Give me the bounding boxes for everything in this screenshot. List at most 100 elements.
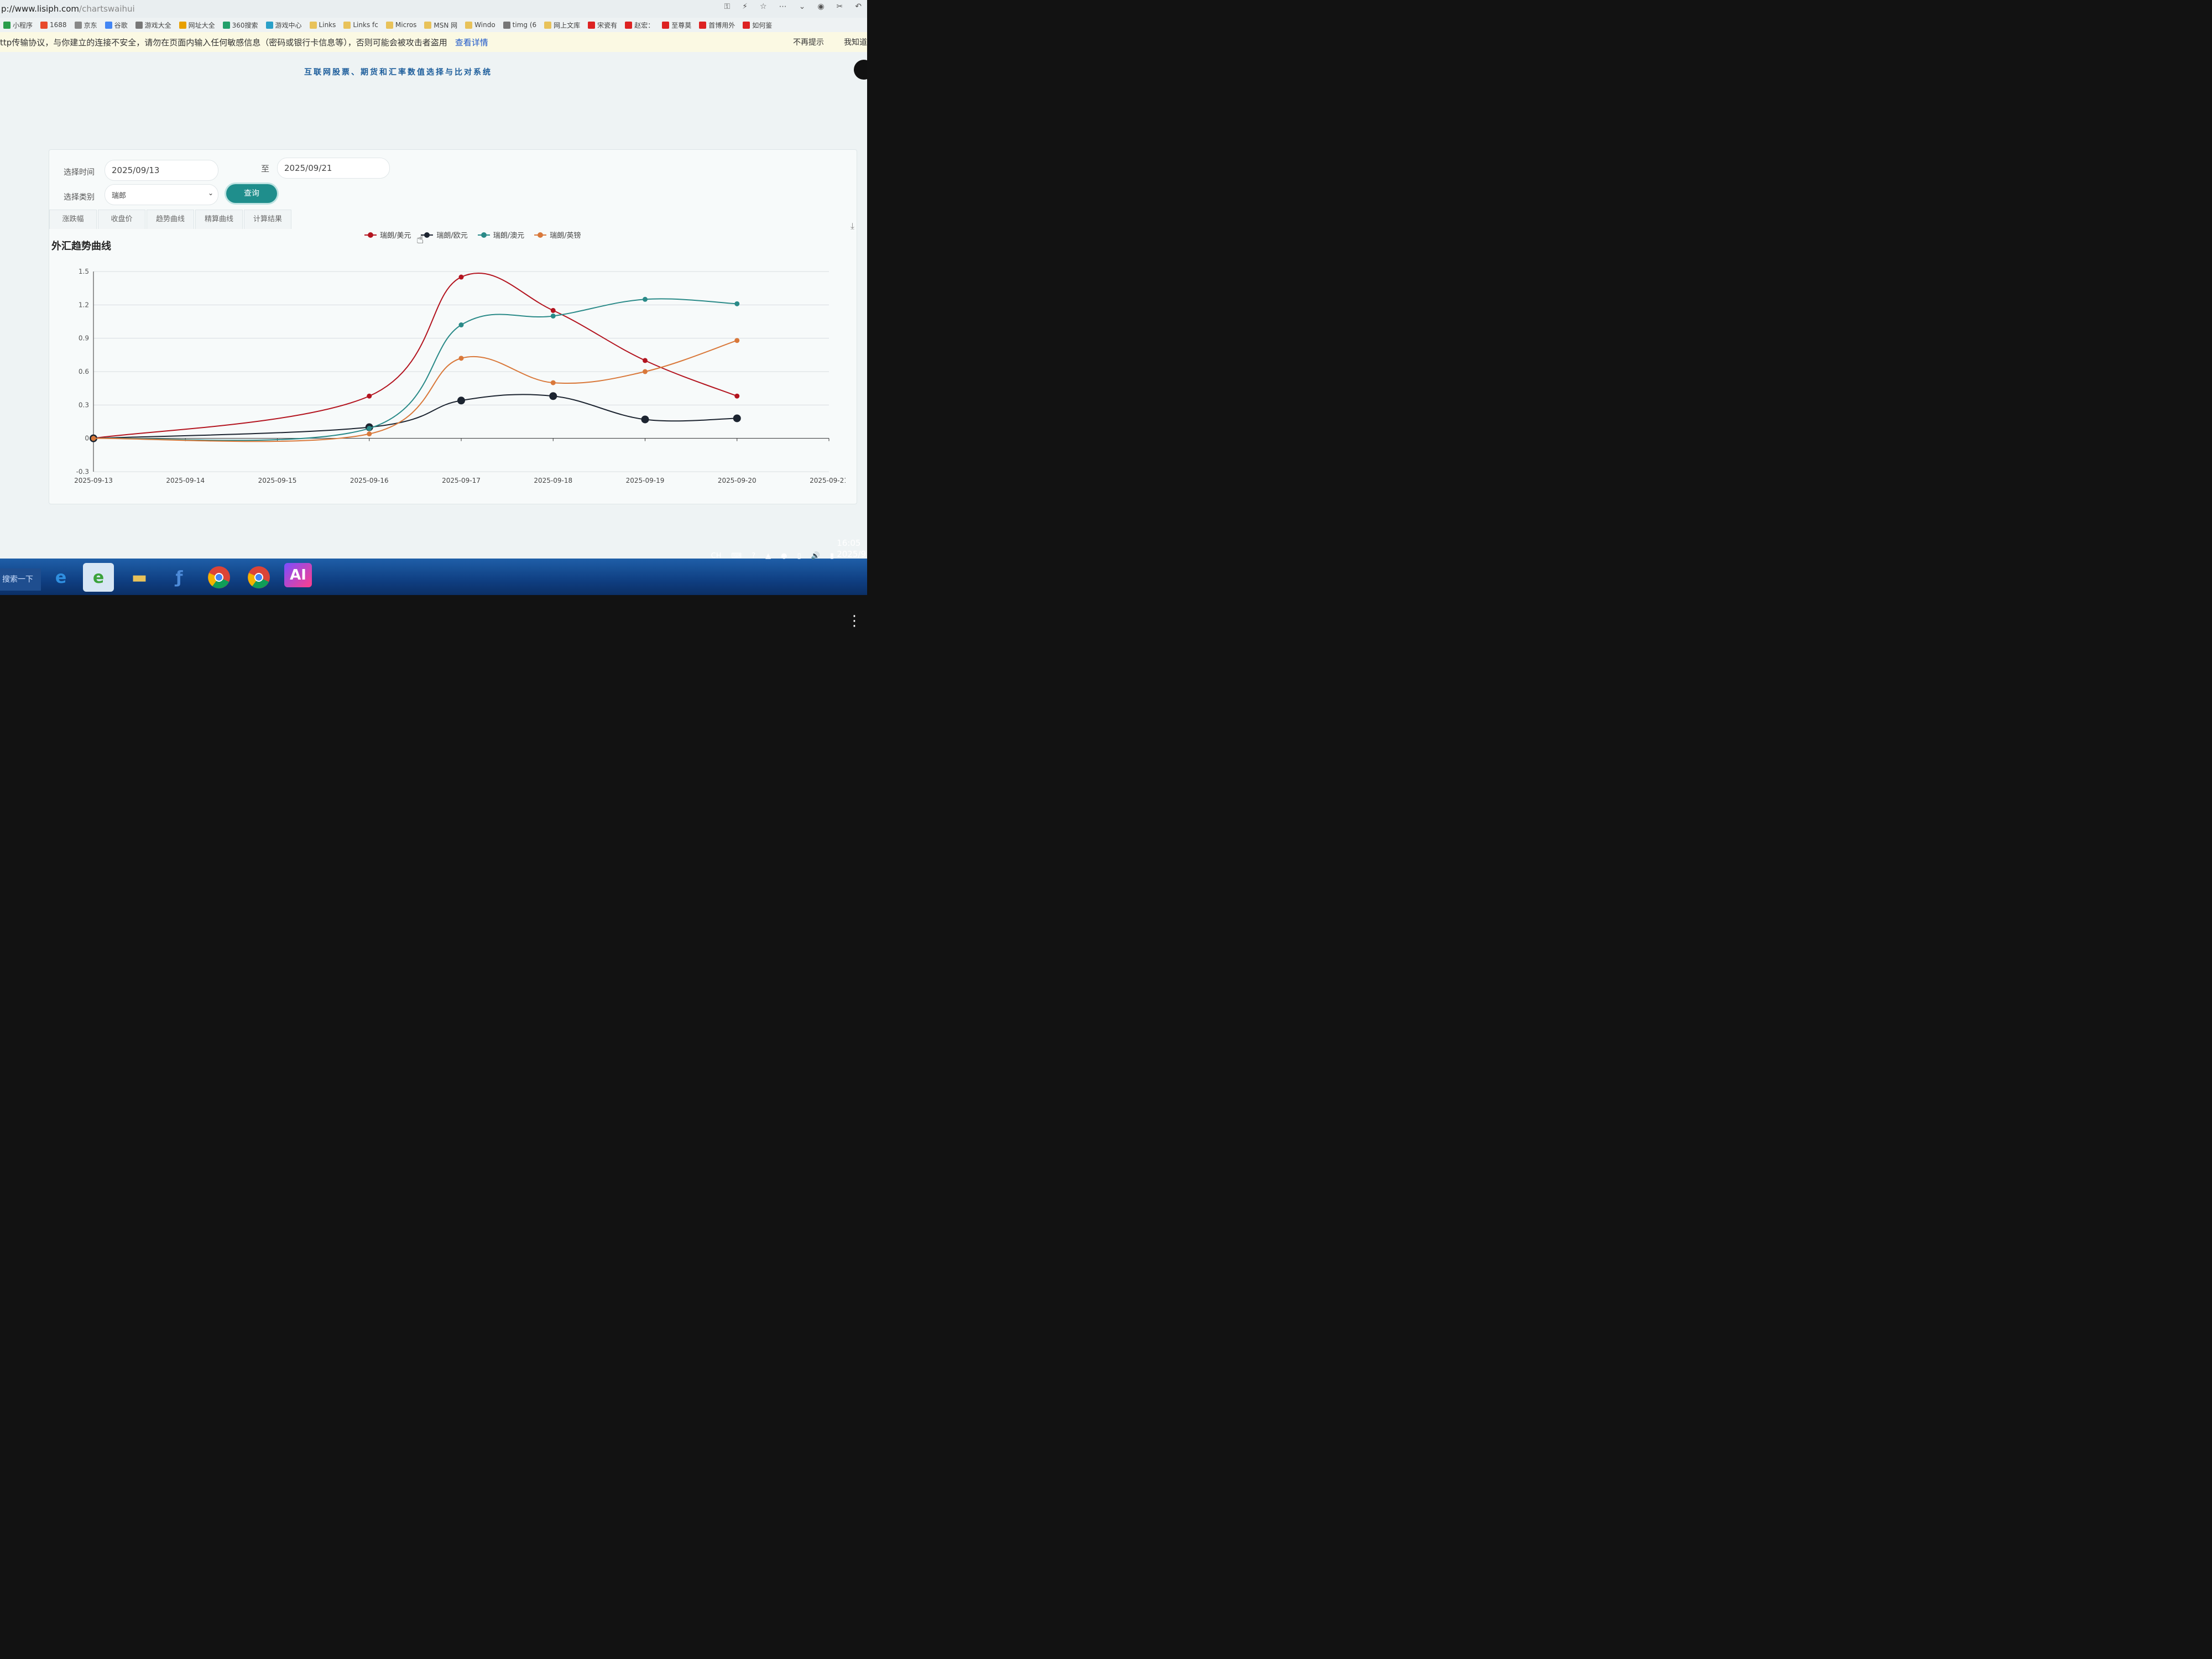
folder-icon[interactable]: ▬ (124, 563, 155, 592)
warning-details-link[interactable]: 查看详情 (455, 36, 488, 48)
tab-3[interactable]: 精算曲线 (195, 210, 243, 229)
help-icon[interactable]: ? (752, 552, 755, 560)
bookmark-item[interactable]: timg (6 (503, 21, 536, 29)
legend-item[interactable]: 瑞朗/美元 (364, 229, 411, 240)
ai-icon[interactable]: AI (284, 563, 312, 587)
bookmark-item[interactable]: 游戏中心 (265, 20, 302, 30)
tab-2[interactable]: 趋势曲线 (147, 210, 194, 229)
ie-icon[interactable]: e (45, 563, 76, 592)
bookmark-label: Micros (395, 21, 417, 29)
bookmark-label: Links fc (353, 21, 378, 29)
bookmark-item[interactable]: MSN 网 (424, 20, 457, 30)
bookmark-icon (625, 21, 633, 29)
edge-e-icon[interactable]: e (83, 563, 114, 592)
taskbar-search-button[interactable]: 搜索一下 (0, 568, 41, 591)
bookmark-item[interactable]: Links (309, 21, 336, 29)
legend-marker (534, 232, 547, 238)
bookmark-item[interactable]: 至尊莫 (662, 20, 691, 30)
bookmark-item[interactable]: 赵宏： (625, 20, 654, 30)
clock[interactable]: 16:05 2025/9 (837, 538, 866, 560)
bookmark-icon (588, 21, 596, 29)
tab-1[interactable]: 收盘价 (98, 210, 145, 229)
floating-action-button[interactable] (854, 60, 867, 80)
bookmark-item[interactable]: 小程序 (3, 20, 33, 30)
input-language[interactable]: CH (711, 552, 722, 560)
category-select[interactable]: 瑞郎 ⌄ (105, 184, 218, 205)
more-options-icon[interactable]: ⋮ (847, 614, 862, 628)
download-icon[interactable]: ⤓ (851, 221, 854, 232)
bookmark-item[interactable]: 网上文库 (544, 20, 580, 30)
keyboard-icon[interactable]: ⌨ (731, 552, 742, 560)
acknowledge-warning-button[interactable]: 我知道 (844, 36, 867, 48)
bookmark-item[interactable]: 网址大全 (179, 20, 215, 30)
x-tick-label: 2025-09-19 (626, 477, 665, 484)
chart-panel: 选择时间 2025/09/13 至 2025/09/21 选择类别 瑞郎 ⌄ 查… (49, 149, 857, 504)
legend-item[interactable]: 瑞朗/英镑 (534, 229, 581, 240)
chart-legend: 瑞朗/美元 瑞朗/欧元 瑞朗/澳元 瑞朗/英镑 (364, 229, 581, 240)
extension-icon[interactable]: ◉ (817, 2, 824, 11)
bookmark-item[interactable]: 宋瓷有 (588, 20, 617, 30)
tray-expand-icon[interactable]: ▲ (765, 552, 771, 560)
url-text[interactable]: p://www.lisiph.com/chartswaihui (0, 4, 135, 14)
bookmark-label: timg (6 (512, 21, 537, 29)
bookmark-label: 至尊莫 (671, 21, 692, 29)
bookmark-item[interactable]: 如何鉴 (743, 20, 772, 30)
address-bar[interactable]: p://www.lisiph.com/chartswaihui ⚿ ⚡ ☆ ⋯ … (0, 0, 867, 18)
battery-icon[interactable]: ▯ (797, 552, 801, 560)
bookmark-item[interactable]: 谷歌 (105, 20, 128, 30)
dismiss-warning-button[interactable]: 不再提示 (793, 36, 824, 48)
network-icon[interactable]: ▮ (830, 552, 834, 560)
security-icon[interactable]: ● (781, 552, 787, 560)
to-label: 至 (261, 164, 270, 174)
y-tick-label: 1.5 (79, 268, 89, 275)
bookmark-item[interactable]: Micros (385, 21, 417, 29)
bookmark-item[interactable]: 游戏大全 (135, 20, 171, 30)
volume-icon[interactable]: 🔊 (811, 552, 820, 560)
bookmark-item[interactable]: 首博用外 (699, 20, 735, 30)
data-point (734, 393, 740, 399)
series-line (93, 273, 738, 439)
bookmark-label: 网址大全 (188, 21, 215, 29)
chrome-icon[interactable] (243, 563, 274, 592)
star-icon[interactable]: ☆ (760, 2, 767, 11)
data-point (458, 356, 464, 361)
bookmark-icon (309, 21, 317, 29)
bookmark-label: 赵宏： (634, 21, 655, 29)
query-button[interactable]: 查询 (226, 184, 277, 203)
flash-icon[interactable]: ƒ (164, 563, 195, 592)
legend-marker (364, 232, 377, 238)
tab-4[interactable]: 计算结果 (244, 210, 291, 229)
bookmark-item[interactable]: 360搜索 (222, 20, 258, 30)
clock-date: 2025/9 (837, 549, 866, 559)
lightning-icon[interactable]: ⚡ (742, 2, 748, 11)
bookmark-icon (74, 21, 82, 29)
start-date-input[interactable]: 2025/09/13 (105, 160, 218, 181)
bookmarks-bar: 小程序 1688 京东 谷歌 游戏大全 网址大全 360搜索 游戏中心 Links Links f… (0, 18, 867, 32)
data-point (367, 393, 372, 399)
scissors-icon[interactable]: ✂ (837, 2, 843, 11)
bookmark-item[interactable]: 京东 (74, 20, 97, 30)
chevron-down-icon[interactable]: ⌄ (799, 2, 806, 11)
data-point (458, 274, 464, 280)
y-tick-label: 0.6 (79, 368, 89, 375)
bookmark-item[interactable]: 1688 (40, 21, 67, 29)
bookmark-icon (3, 21, 11, 29)
legend-item[interactable]: 瑞朗/澳元 (477, 229, 524, 240)
key-icon[interactable]: ⚿ (724, 2, 731, 11)
clock-time: 16:05 (837, 538, 861, 548)
bookmark-label: 网上文库 (554, 21, 581, 29)
bookmark-label: MSN 网 (434, 21, 458, 29)
undo-icon[interactable]: ↶ (855, 2, 862, 11)
bookmark-item[interactable]: Links fc (343, 21, 378, 29)
data-point (641, 415, 649, 424)
bookmark-icon (699, 21, 707, 29)
end-date-input[interactable]: 2025/09/21 (277, 158, 390, 179)
bookmark-icon (503, 21, 510, 29)
chrome-icon[interactable] (204, 563, 234, 592)
bookmark-item[interactable]: Windo (465, 21, 495, 29)
legend-item[interactable]: 瑞朗/欧元 (421, 229, 468, 240)
more-icon[interactable]: ⋯ (779, 2, 787, 11)
x-tick-label: 2025-09-18 (534, 477, 572, 484)
taskbar: 搜索一下 e e ▬ ƒ AI CH ⌨ ? ▲ ● ▯ 🔊 ▮ 16:05 2… (0, 538, 867, 595)
tab-0[interactable]: 涨跌幅 (49, 210, 97, 229)
